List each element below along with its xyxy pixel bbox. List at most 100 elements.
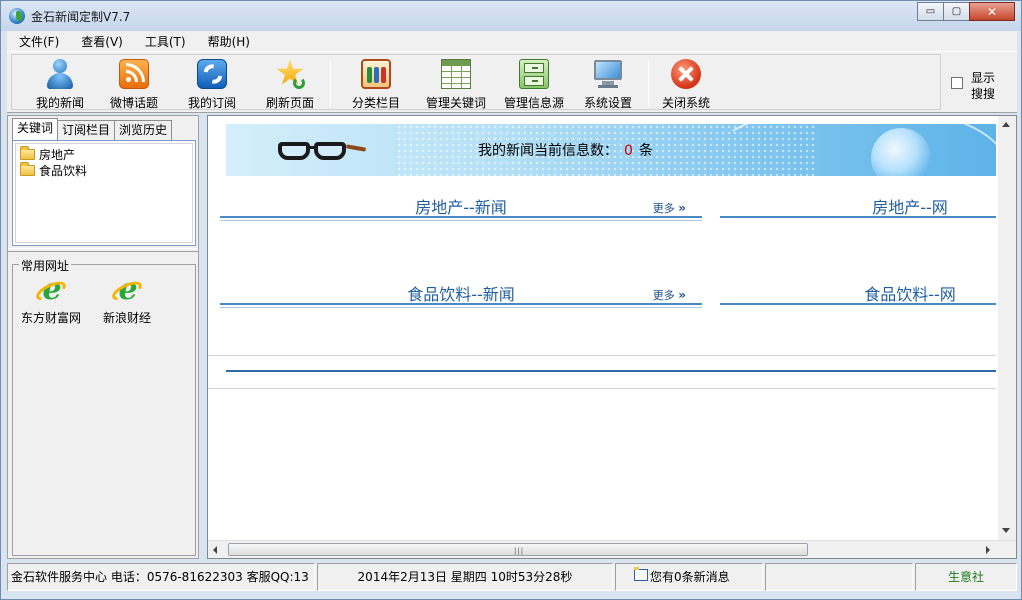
category-icon (361, 59, 391, 89)
scroll-left-icon[interactable] (213, 546, 217, 554)
weibo-topics-button[interactable]: 微博话题 (98, 59, 170, 111)
system-settings-label: 系统设置 (583, 96, 632, 110)
content-divider (208, 355, 996, 356)
show-search-option[interactable]: 显示搜搜 (951, 70, 1011, 104)
section-divider (220, 303, 702, 305)
refresh-page-label: 刷新页面 (265, 96, 314, 110)
category-columns-button[interactable]: 分类栏目 (340, 59, 412, 111)
my-subscriptions-button[interactable]: 我的订阅 (176, 59, 248, 111)
maximize-icon: ▢ (951, 6, 962, 17)
section-real-estate-web: 房地产--网 (720, 194, 996, 220)
table-icon (441, 59, 471, 89)
main-content: 我的新闻当前信息数： 0 条 房地产--新闻 更多 » 房地产--网 食品饮料--新… (207, 115, 1017, 559)
minimize-icon: ▭ (925, 6, 936, 17)
monitor-icon (593, 59, 623, 89)
section-title[interactable]: 食品饮料--新闻 (220, 281, 702, 305)
manage-keywords-label: 管理关键词 (425, 96, 486, 110)
weibo-topics-label: 微博话题 (109, 96, 158, 110)
vertical-scrollbar[interactable] (998, 116, 1016, 540)
double-chevron-icon: » (678, 288, 686, 302)
tree-item-food-beverage[interactable]: 食品饮料 (20, 161, 88, 178)
scroll-right-icon[interactable] (986, 546, 990, 554)
system-settings-button[interactable]: 系统设置 (572, 59, 644, 111)
folder-icon (20, 161, 35, 176)
close-system-label: 关闭系统 (661, 96, 710, 110)
menu-bar: 文件(F) 查看(V) 工具(T) 帮助(H) (7, 31, 1017, 51)
content-divider (226, 370, 996, 372)
close-circle-icon (671, 59, 701, 89)
more-label: 更多 (652, 289, 675, 302)
grip-icon: ||| (514, 547, 525, 555)
manage-sources-button[interactable]: 管理信息源 (498, 59, 570, 111)
close-system-button[interactable]: 关闭系统 (650, 59, 722, 111)
show-search-label: 显示搜搜 (971, 71, 996, 101)
toolbar-separator (330, 61, 331, 107)
my-news-button[interactable]: 我的新闻 (24, 59, 96, 111)
my-subscriptions-label: 我的订阅 (187, 96, 236, 110)
section-food-news: 食品饮料--新闻 更多 » (220, 281, 702, 308)
site-label: 东方财富网 (20, 311, 81, 325)
content-divider (208, 388, 996, 389)
app-window: 金石新闻定制V7.7 ▭ ▢ ✕ 文件(F) 查看(V) 工具(T) 帮助(H)… (0, 0, 1022, 600)
close-button[interactable]: ✕ (969, 2, 1015, 21)
status-service-info: 金石软件服务中心 电话：0576-81622303 客服QQ:13 (7, 563, 315, 591)
my-news-label: 我的新闻 (35, 96, 84, 110)
more-link[interactable]: 更多 » (653, 287, 686, 303)
more-label: 更多 (652, 202, 675, 215)
status-brand[interactable]: 生意社 (915, 563, 1017, 591)
status-datetime: 2014年2月13日 星期四 10时53分28秒 (317, 563, 613, 591)
menu-file[interactable]: 文件(F) (7, 33, 70, 50)
rss-icon (119, 59, 149, 89)
site-eastmoney[interactable]: e 东方财富网 (11, 275, 91, 326)
left-panel: 关键词 订阅栏目 浏览历史 房地产 食品饮料 常用网址 e 东方财富网 e 新浪… (7, 115, 199, 559)
site-sina-finance[interactable]: e 新浪财经 (87, 275, 167, 326)
site-label: 新浪财经 (102, 311, 151, 325)
tab-history[interactable]: 浏览历史 (114, 120, 173, 140)
scroll-thumb[interactable]: ||| (228, 543, 808, 556)
refresh-page-button[interactable]: 刷新页面 (254, 59, 326, 111)
horizontal-scrollbar[interactable]: ||| (208, 540, 1016, 558)
news-count-label: 我的新闻当前信息数： (478, 143, 618, 159)
folder-icon (20, 145, 35, 160)
tree-item-label: 房地产 (39, 147, 76, 162)
ie-icon: e (33, 275, 69, 307)
star-refresh-icon (275, 59, 305, 89)
person-icon (45, 59, 75, 89)
tab-subscriptions[interactable]: 订阅栏目 (57, 120, 116, 140)
show-search-checkbox[interactable] (951, 77, 963, 89)
menu-view[interactable]: 查看(V) (70, 33, 134, 50)
window-title: 金石新闻定制V7.7 (31, 10, 131, 24)
keyword-tree[interactable]: 房地产 食品饮料 (12, 140, 196, 246)
tab-keywords[interactable]: 关键词 (12, 118, 59, 140)
keyword-tree-inner: 房地产 食品饮料 (15, 143, 193, 243)
section-divider (220, 216, 702, 218)
section-title[interactable]: 房地产--网 (720, 194, 996, 218)
news-count-unit: 条 (638, 143, 653, 159)
panel-splitter[interactable] (8, 248, 198, 252)
tree-item-real-estate[interactable]: 房地产 (20, 145, 76, 162)
toolbar: 我的新闻 微博话题 我的订阅 刷新页面 分类栏目 管理关键词 管理信息源 系统设… (7, 51, 1017, 113)
subscribe-icon (197, 59, 227, 89)
common-sites-group: 常用网址 e 东方财富网 e 新浪财经 (11, 257, 196, 556)
scroll-up-icon[interactable] (1002, 122, 1010, 127)
section-title[interactable]: 食品饮料--网 (720, 281, 996, 305)
section-divider-thin (220, 220, 702, 221)
minimize-button[interactable]: ▭ (917, 2, 944, 21)
tree-item-label: 食品饮料 (39, 163, 88, 178)
section-divider (720, 303, 996, 305)
maximize-button[interactable]: ▢ (943, 2, 970, 21)
title-bar[interactable]: 金石新闻定制V7.7 ▭ ▢ ✕ (1, 1, 1021, 31)
more-link[interactable]: 更多 » (653, 200, 686, 216)
menu-tools[interactable]: 工具(T) (134, 33, 197, 50)
section-title[interactable]: 房地产--新闻 (220, 194, 702, 218)
app-logo-icon (9, 8, 25, 24)
message-icon (634, 567, 648, 581)
news-count-text: 我的新闻当前信息数： 0 条 (478, 140, 653, 160)
status-blank (765, 563, 913, 591)
status-messages[interactable]: 您有0条新消息 (615, 563, 763, 591)
scroll-down-icon[interactable] (1002, 528, 1010, 533)
menu-help[interactable]: 帮助(H) (197, 33, 261, 50)
manage-keywords-button[interactable]: 管理关键词 (420, 59, 492, 111)
section-real-estate-news: 房地产--新闻 更多 » (220, 194, 702, 221)
status-messages-text: 您有0条新消息 (650, 570, 730, 584)
